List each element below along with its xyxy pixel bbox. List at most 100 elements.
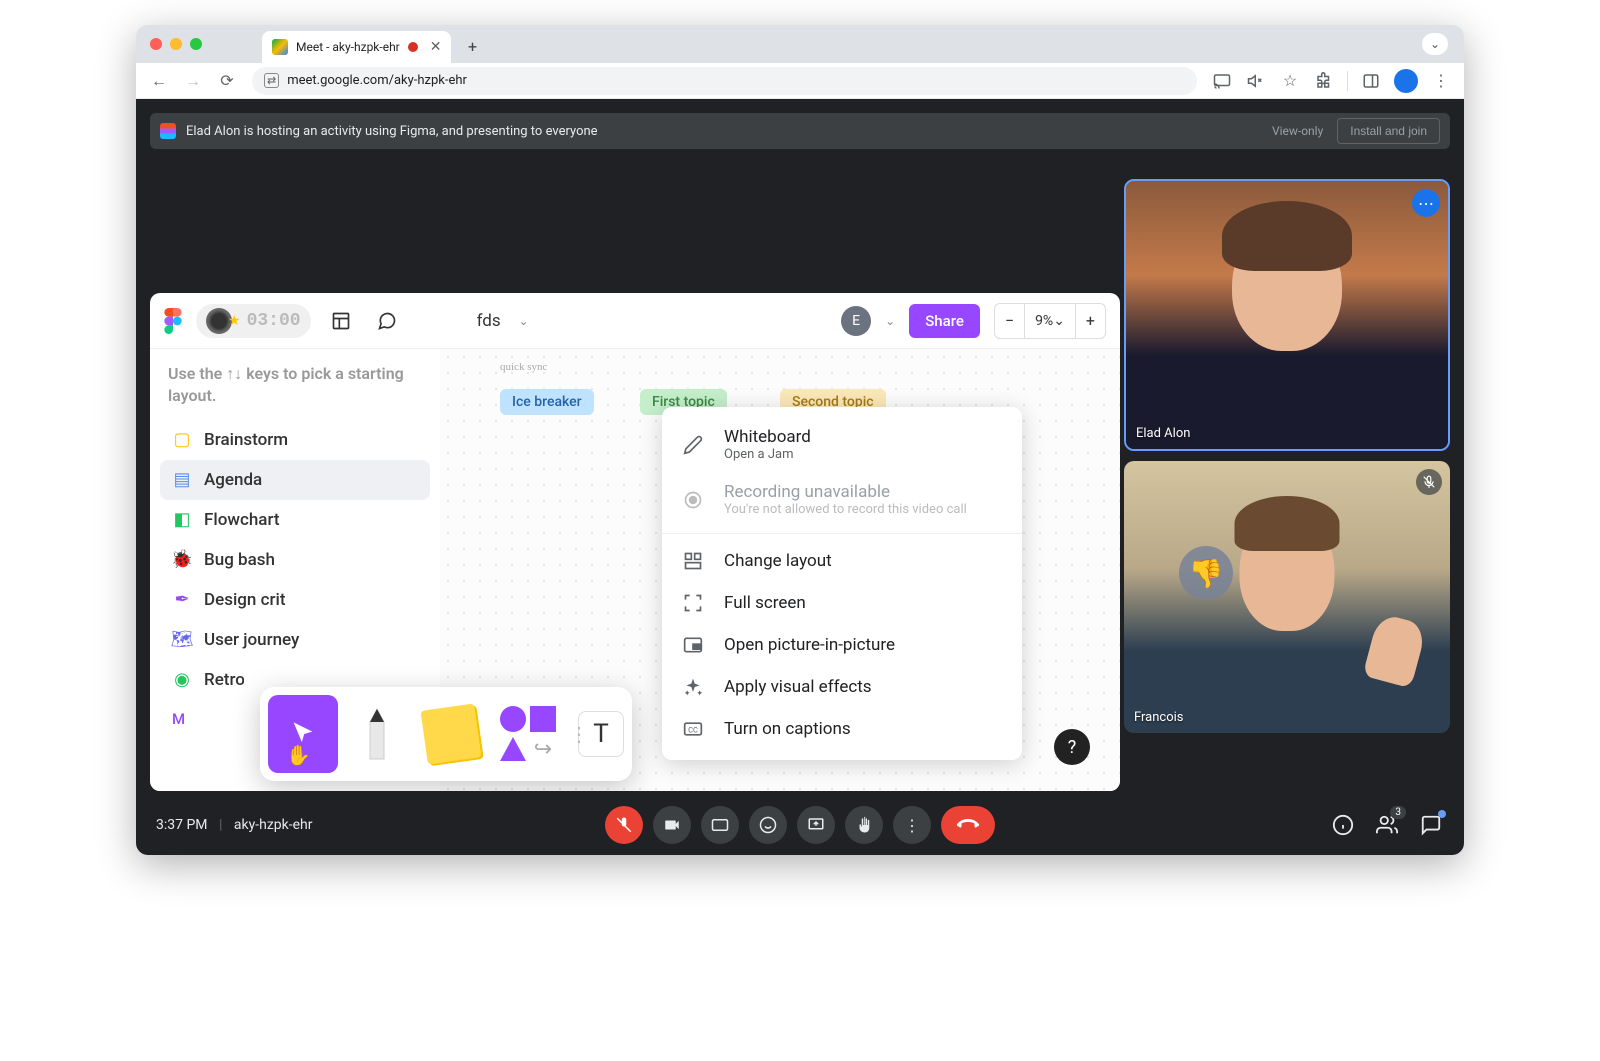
template-agenda[interactable]: ▤Agenda (160, 460, 430, 500)
template-userjourney[interactable]: 🗺User journey (160, 620, 430, 660)
back-button[interactable]: ← (144, 66, 174, 96)
share-button[interactable]: Share (909, 304, 980, 338)
maximize-window-icon[interactable] (190, 38, 202, 50)
captions-icon: CC (682, 718, 704, 740)
mic-button[interactable] (605, 806, 643, 844)
forward-button[interactable]: → (178, 66, 208, 96)
mute-tab-icon[interactable] (1241, 66, 1271, 96)
text-tool[interactable]: T (578, 711, 624, 757)
close-window-icon[interactable] (150, 38, 162, 50)
hangup-button[interactable] (941, 806, 995, 844)
menu-item-label: Full screen (724, 593, 806, 613)
browser-tab[interactable]: Meet - aky-hzpk-ehr ✕ (262, 31, 451, 63)
document-title[interactable]: fds (477, 311, 501, 331)
extensions-icon[interactable] (1309, 66, 1339, 96)
menu-captions[interactable]: CC Turn on captions (662, 708, 1022, 750)
record-icon (682, 489, 704, 511)
raise-hand-button[interactable] (845, 806, 883, 844)
title-chevron-icon[interactable]: ⌄ (519, 314, 529, 328)
sticky-note-tool[interactable] (416, 695, 486, 773)
sidebar-hint: Use the ↑↓ keys to pick a starting layou… (160, 363, 430, 420)
chat-button[interactable] (1418, 812, 1444, 838)
camera-button[interactable] (653, 806, 691, 844)
figma-presentation: ★ 03:00 fds ⌄ E ⌄ Share − 9% ⌄ (150, 293, 1120, 791)
reload-button[interactable]: ⟳ (212, 66, 242, 96)
hand-tool-icon[interactable]: ✋ (286, 743, 311, 767)
figma-icon (160, 123, 176, 139)
window-controls (150, 38, 202, 50)
participant-name: Francois (1134, 710, 1184, 725)
menu-fullscreen[interactable]: Full screen (662, 582, 1022, 624)
browser-menu-icon[interactable]: ⋮ (1426, 66, 1456, 96)
template-flowchart[interactable]: ◧Flowchart (160, 500, 430, 540)
pip-icon (682, 634, 704, 656)
menu-item-title: Recording unavailable (724, 482, 967, 502)
captions-button[interactable] (701, 806, 739, 844)
people-count-badge: 3 (1390, 806, 1406, 819)
layout-panel-icon[interactable] (325, 305, 357, 337)
bug-icon: 🐞 (172, 550, 192, 570)
template-designcrit[interactable]: ✒Design crit (160, 580, 430, 620)
help-button[interactable]: ? (1054, 729, 1090, 765)
address-bar: ← → ⟳ ⇄ meet.google.com/aky-hzpk-ehr ☆ ⋮ (136, 63, 1464, 99)
menu-whiteboard[interactable]: WhiteboardOpen a Jam (662, 417, 1022, 472)
close-tab-icon[interactable]: ✕ (430, 39, 442, 55)
menu-visual-effects[interactable]: Apply visual effects (662, 666, 1022, 708)
sidepanel-icon[interactable] (1356, 66, 1386, 96)
zoom-value[interactable]: 9% ⌄ (1025, 304, 1075, 338)
zoom-in-button[interactable]: + (1076, 304, 1105, 338)
square-shape-icon (530, 706, 556, 732)
url-input[interactable]: ⇄ meet.google.com/aky-hzpk-ehr (252, 67, 1197, 95)
meet-bottom-bar: 3:37 PM | aky-hzpk-ehr ⋮ 3 (136, 795, 1464, 855)
present-button[interactable] (797, 806, 835, 844)
quick-sync-label: quick sync (500, 361, 547, 373)
svg-text:CC: CC (688, 725, 698, 734)
tile-more-icon[interactable]: ⋯ (1412, 189, 1440, 217)
meet-app: Elad Alon is hosting an activity using F… (136, 99, 1464, 855)
comment-icon[interactable] (371, 305, 403, 337)
layout-icon (682, 550, 704, 572)
triangle-shape-icon (500, 737, 526, 761)
reactions-button[interactable] (749, 806, 787, 844)
install-join-button[interactable]: Install and join (1337, 118, 1440, 144)
pencil-tool[interactable] (342, 695, 412, 773)
figma-tool-palette: ✋ ↪ T (260, 687, 632, 781)
menu-item-subtitle: Open a Jam (724, 447, 811, 462)
menu-pip[interactable]: Open picture-in-picture (662, 624, 1022, 666)
activity-banner: Elad Alon is hosting an activity using F… (150, 113, 1450, 149)
new-tab-button[interactable]: + (459, 33, 485, 59)
user-avatar[interactable]: E (841, 306, 871, 336)
recording-indicator-icon (408, 42, 418, 52)
template-bugbash[interactable]: 🐞Bug bash (160, 540, 430, 580)
figma-toolbar: ★ 03:00 fds ⌄ E ⌄ Share − 9% ⌄ (150, 293, 1120, 349)
profile-avatar[interactable] (1394, 69, 1418, 93)
map-icon: 🗺 (172, 630, 192, 650)
more-templates-link[interactable]: More (160, 700, 184, 738)
bookmark-icon[interactable]: ☆ (1275, 66, 1305, 96)
tab-overflow-button[interactable]: ⌄ (1422, 33, 1448, 55)
people-button[interactable]: 3 (1374, 812, 1400, 838)
cast-icon[interactable] (1207, 66, 1237, 96)
more-options-button[interactable]: ⋮ (893, 806, 931, 844)
info-button[interactable] (1330, 812, 1356, 838)
call-controls: ⋮ (605, 806, 995, 844)
timer-widget[interactable]: ★ 03:00 (196, 304, 311, 338)
cursor-tool[interactable]: ✋ (268, 695, 338, 773)
timer-value: 03:00 (247, 311, 301, 331)
menu-item-title: Whiteboard (724, 427, 811, 447)
video-tile-francois[interactable]: 👎 Francois (1124, 461, 1450, 733)
menu-change-layout[interactable]: Change layout (662, 540, 1022, 582)
avatar-chevron-icon[interactable]: ⌄ (885, 314, 895, 328)
minimize-window-icon[interactable] (170, 38, 182, 50)
figma-logo-icon[interactable] (164, 308, 182, 334)
meeting-info[interactable]: 3:37 PM | aky-hzpk-ehr (156, 817, 313, 833)
shapes-tool[interactable]: ↪ (490, 695, 566, 773)
template-brainstorm[interactable]: ▢Brainstorm (160, 420, 430, 460)
site-settings-icon[interactable]: ⇄ (264, 73, 279, 88)
zoom-out-button[interactable]: − (995, 304, 1024, 338)
arrow-shape-icon: ↪ (530, 736, 556, 762)
tag-icebreaker[interactable]: Ice breaker (500, 389, 594, 415)
menu-item-label: Change layout (724, 551, 832, 571)
menu-recording: Recording unavailableYou're not allowed … (662, 472, 1022, 527)
video-tile-elad[interactable]: Elad Alon ⋯ (1124, 179, 1450, 451)
